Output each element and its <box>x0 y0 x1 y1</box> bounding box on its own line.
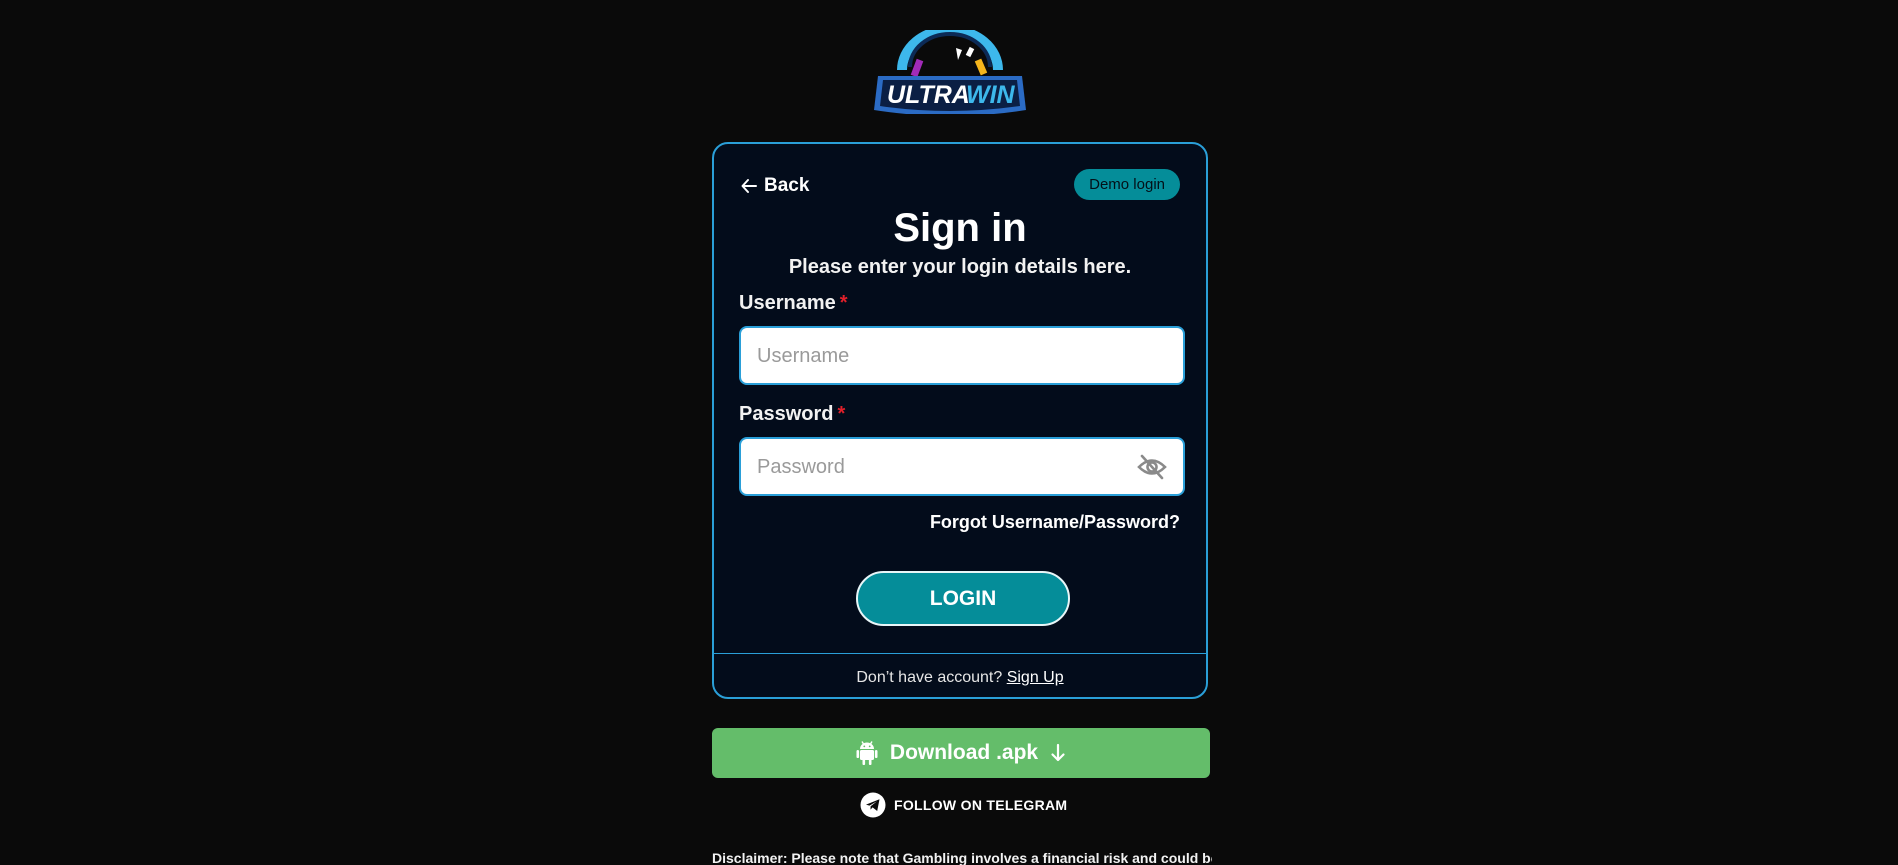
username-label: Username * <box>739 292 848 315</box>
arrow-down-icon <box>1050 743 1066 763</box>
username-field-wrapper <box>739 326 1185 385</box>
logo-text-ultra: ULTRA <box>887 81 970 109</box>
card-divider <box>714 653 1206 654</box>
signin-card: Back Demo login Sign in Please enter you… <box>712 142 1208 699</box>
signup-row: Don’t have account? Sign Up <box>714 669 1206 687</box>
arrow-left-icon <box>740 177 758 195</box>
login-button[interactable]: LOGIN <box>856 571 1070 626</box>
required-mark: * <box>837 403 846 425</box>
login-page: ULTRA WIN Back Demo login Sign in Please… <box>0 0 1898 865</box>
page-subtitle: Please enter your login details here. <box>788 256 1132 278</box>
password-field-wrapper <box>739 437 1185 496</box>
password-input[interactable] <box>755 439 1139 496</box>
forgot-credentials-link[interactable]: Forgot Username/Password? <box>930 512 1180 533</box>
signup-link[interactable]: Sign Up <box>1007 669 1064 686</box>
eye-off-icon[interactable] <box>1137 453 1167 481</box>
page-title: Sign in <box>893 206 1027 250</box>
username-label-text: Username <box>739 292 836 314</box>
logo-text-win: WIN <box>966 81 1016 109</box>
download-apk-button[interactable]: Download .apk <box>712 728 1210 778</box>
demo-login-button[interactable]: Demo login <box>1074 169 1180 200</box>
username-input[interactable] <box>755 328 1139 385</box>
password-label-text: Password <box>739 403 834 425</box>
no-account-text: Don’t have account? <box>856 669 1003 686</box>
telegram-link[interactable]: FOLLOW ON TELEGRAM <box>860 792 1067 818</box>
android-icon <box>856 740 878 766</box>
password-label: Password * <box>739 403 845 426</box>
disclaimer-text: Disclaimer: Please note that Gambling in… <box>712 850 1212 865</box>
back-button[interactable]: Back <box>740 172 809 200</box>
required-mark: * <box>839 292 848 314</box>
telegram-label: FOLLOW ON TELEGRAM <box>894 797 1068 813</box>
download-label: Download .apk <box>889 741 1039 764</box>
ultrawin-logo[interactable]: ULTRA WIN <box>872 30 1028 114</box>
telegram-icon <box>860 792 886 818</box>
back-label: Back <box>764 175 810 196</box>
